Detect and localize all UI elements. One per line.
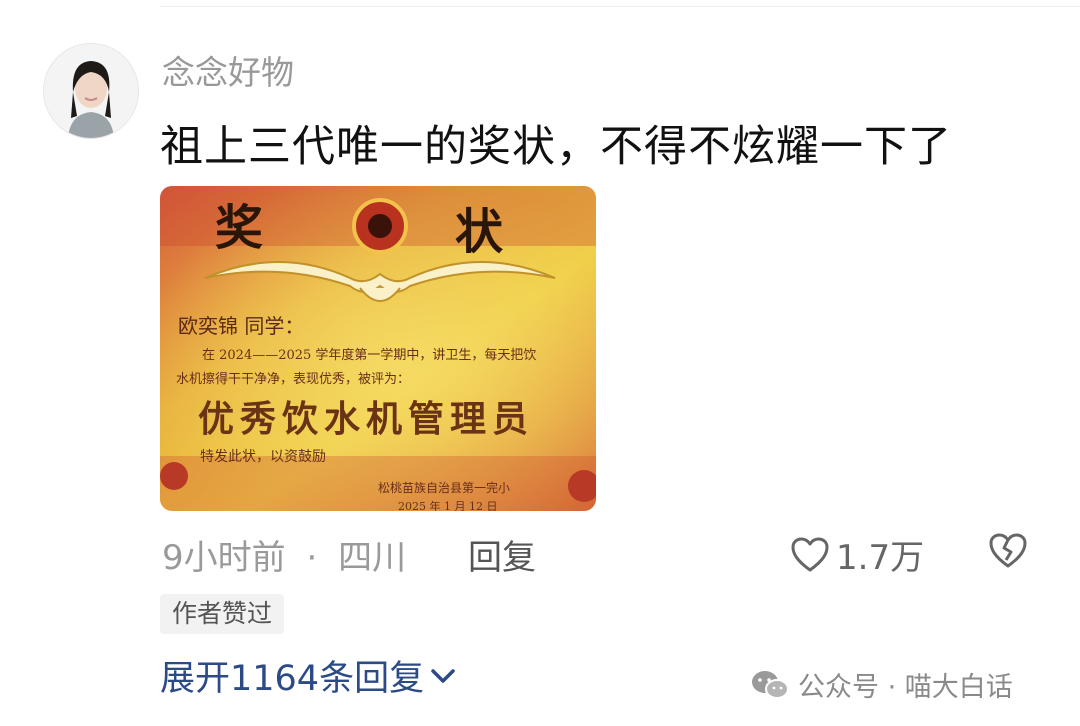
chevron-down-icon [431,668,455,683]
user-avatar[interactable] [43,43,139,139]
top-divider [160,6,1080,7]
expand-replies-button[interactable]: 展开1164条回复 [160,650,456,701]
broken-heart-icon [989,533,1027,568]
comment-location: 四川 [338,538,407,578]
certificate-date: 2025 年 1 月 12 日 [398,499,497,511]
certificate-line1: 在 2024——2025 学年度第一学期中，讲卫生，每天把饮 [202,347,536,363]
expand-replies-label: 展开1164条回复 [160,659,425,699]
watermark: 公众号 · 喵大白话 [750,665,1013,704]
avatar-photo [44,44,138,138]
meta-separator: · [306,538,318,578]
like-button[interactable]: 1.7万 [790,530,924,579]
certificate-title-right: 状 [455,204,504,260]
certificate-recipient: 欧奕锦 同学： [178,314,304,338]
certificate-line2: 水机擦得干干净净，表现优秀，被评为： [176,371,410,387]
certificate-title-left: 奖 [215,200,263,256]
wechat-icon [752,670,789,699]
certificate-photo[interactable]: 奖 状 欧奕锦 同学： 在 2024——2025 学年度第一学期中，讲卫生，每天… [160,186,596,511]
reply-button[interactable]: 回复 [468,530,536,579]
comment-time: 9小时前 [162,538,286,578]
heart-icon [791,537,829,571]
dislike-button[interactable] [988,532,1028,574]
author-liked-badge: 作者赞过 [160,594,285,634]
certificate-issuer: 松桃苗族自治县第一完小 [378,480,510,495]
like-count: 1.7万 [836,538,925,578]
comment-text: 祖上三代唯一的奖状，不得不炫耀一下了 [160,122,952,172]
comment-meta: 9小时前 · 四川 [162,530,406,579]
username[interactable]: 念念好物 [162,46,294,94]
certificate-closing: 特发此状，以资鼓励 [200,449,326,465]
watermark-text: 公众号 · 喵大白话 [798,672,1013,703]
certificate-award: 优秀饮水机管理员 [198,398,534,440]
certificate-image: 奖 状 欧奕锦 同学： 在 2024——2025 学年度第一学期中，讲卫生，每天… [160,186,596,511]
